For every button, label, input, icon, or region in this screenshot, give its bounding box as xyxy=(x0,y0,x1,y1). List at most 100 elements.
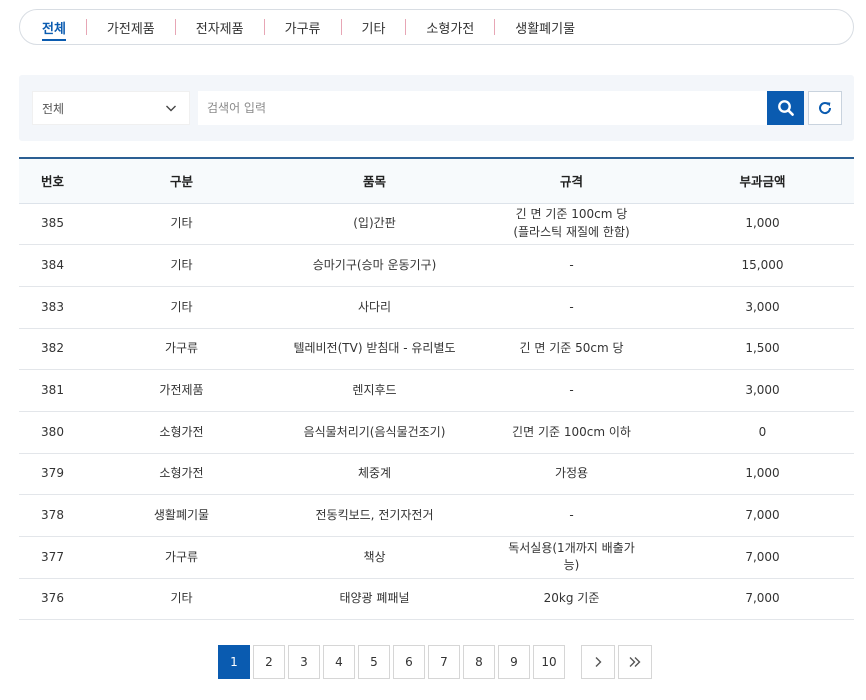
table-row[interactable]: 378 생활폐기물 전동킥보드, 전기자전거 - 7,000 xyxy=(19,495,854,537)
tab-label: 생활폐기물 xyxy=(515,21,576,37)
page-button[interactable]: 3 xyxy=(288,645,320,679)
row-fee: 3,000 xyxy=(745,299,780,314)
row-spec: 긴 면 기준 50cm 당 xyxy=(519,341,624,356)
next-page-button[interactable] xyxy=(581,645,615,679)
row-category: 기타 xyxy=(170,257,193,272)
tab-item[interactable]: 전자제품 xyxy=(196,18,244,37)
category-select[interactable]: 전체 xyxy=(32,91,190,125)
row-spec: - xyxy=(569,299,574,314)
reset-button[interactable] xyxy=(808,91,842,125)
category-select-value: 전체 xyxy=(42,101,65,116)
row-item: 승마기구(승마 운동기구) xyxy=(312,257,437,272)
tab-item[interactable]: 가전제품 xyxy=(107,18,155,37)
tab-separator xyxy=(263,19,265,35)
table-row[interactable]: 380 소형가전 음식물처리기(음식물건조기) 긴면 기준 100cm 이하 0 xyxy=(19,411,854,454)
row-fee: 1,500 xyxy=(745,341,780,356)
tab-item[interactable]: 소형가전 xyxy=(426,18,474,37)
row-fee: 7,000 xyxy=(745,549,780,564)
last-page-button[interactable] xyxy=(618,645,652,679)
table-row[interactable]: 377 가구류 책상 독서실용(1개까지 배출가능) 7,000 xyxy=(19,537,854,579)
page-button[interactable]: 10 xyxy=(533,645,565,679)
category-tabs: 전체 가전제품 전자제품 가구류 기타 소형가전 생활폐기물 xyxy=(19,9,854,45)
row-spec: - xyxy=(569,382,574,397)
pagination: 1 2 3 4 5 6 7 8 9 10 xyxy=(218,645,655,679)
column-header: 규격 xyxy=(559,174,583,190)
table-row[interactable]: 382 가구류 텔레비전(TV) 받침대 - 유리별도 긴 면 기준 50cm 당 1,… xyxy=(19,328,854,370)
row-category: 기타 xyxy=(170,591,193,606)
row-fee: 7,000 xyxy=(745,591,780,606)
tab-separator xyxy=(405,19,407,35)
row-item: 책상 xyxy=(363,549,386,564)
page-button[interactable]: 5 xyxy=(358,645,390,679)
row-number: 385 xyxy=(41,216,64,231)
row-item: 전동킥보드, 전기자전거 xyxy=(315,507,434,522)
row-number: 382 xyxy=(41,341,64,356)
tab-label: 기타 xyxy=(361,21,386,37)
table-header-row: 번호 구분 품목 규격 부과금액 xyxy=(19,158,854,203)
search-input[interactable] xyxy=(198,91,767,125)
table-row[interactable]: 376 기타 태양광 폐패널 20kg 기준 7,000 xyxy=(19,578,854,620)
row-number: 383 xyxy=(41,299,64,314)
column-header: 구분 xyxy=(169,174,193,190)
row-spec: 독서실용(1개까지 배출가능) xyxy=(508,540,635,573)
tab-separator xyxy=(85,19,87,35)
search-button[interactable] xyxy=(767,91,804,125)
row-category: 소형가전 xyxy=(159,466,204,481)
row-spec: 긴 면 기준 100cm 당 (플라스틱 재질에 한함) xyxy=(513,207,630,239)
row-number: 377 xyxy=(41,549,64,564)
row-spec: 20kg 기준 xyxy=(543,591,600,606)
row-number: 381 xyxy=(41,382,64,397)
row-spec: - xyxy=(569,257,574,272)
tab-label: 전체 xyxy=(42,18,66,41)
search-panel: 전체 xyxy=(19,75,854,141)
row-item: 사다리 xyxy=(357,299,392,314)
row-category: 생활폐기물 xyxy=(153,507,210,522)
tab-label: 가구류 xyxy=(284,21,321,37)
row-item: (입)간판 xyxy=(353,216,396,231)
row-fee: 1,000 xyxy=(745,466,780,481)
tab-item[interactable]: 전체 xyxy=(42,14,66,41)
row-number: 379 xyxy=(41,466,64,481)
double-chevron-right-icon xyxy=(629,657,641,667)
row-number: 378 xyxy=(41,507,64,522)
tab-item[interactable]: 생활폐기물 xyxy=(515,18,575,37)
page-button[interactable]: 4 xyxy=(323,645,355,679)
row-category: 가전제품 xyxy=(159,382,204,397)
search-icon xyxy=(777,100,794,116)
chevron-down-icon xyxy=(166,105,176,112)
row-number: 384 xyxy=(41,257,64,272)
tab-separator xyxy=(174,19,176,35)
row-category: 가구류 xyxy=(164,341,199,356)
row-item: 음식물처리기(음식물건조기) xyxy=(303,424,446,439)
chevron-right-icon xyxy=(595,657,602,667)
row-item: 텔레비전(TV) 받침대 - 유리별도 xyxy=(293,341,456,356)
table-row[interactable]: 385 기타 (입)간판 긴 면 기준 100cm 당 (플라스틱 재질에 한함) 1,… xyxy=(19,203,854,245)
tab-item[interactable]: 가구류 xyxy=(285,18,321,37)
column-header: 부과금액 xyxy=(739,174,786,190)
page-button[interactable]: 6 xyxy=(393,645,425,679)
page-button[interactable]: 2 xyxy=(253,645,285,679)
row-item: 태양광 폐패널 xyxy=(339,591,410,606)
row-category: 기타 xyxy=(170,216,193,231)
row-fee: 0 xyxy=(758,424,767,439)
page-button[interactable]: 9 xyxy=(498,645,530,679)
page-button[interactable]: 7 xyxy=(428,645,460,679)
row-fee: 7,000 xyxy=(745,507,780,522)
row-category: 가구류 xyxy=(164,549,199,564)
row-fee: 15,000 xyxy=(741,257,784,272)
table-row[interactable]: 384 기타 승마기구(승마 운동기구) - 15,000 xyxy=(19,245,854,287)
tab-item[interactable]: 기타 xyxy=(362,18,386,37)
page-button[interactable]: 1 xyxy=(218,645,250,679)
tab-separator xyxy=(340,19,342,35)
row-category: 소형가전 xyxy=(159,424,204,439)
row-number: 376 xyxy=(41,591,64,606)
row-category: 기타 xyxy=(170,299,193,314)
page-button[interactable]: 8 xyxy=(463,645,495,679)
table-row[interactable]: 381 가전제품 렌지후드 - 3,000 xyxy=(19,370,854,412)
row-number: 380 xyxy=(41,424,64,439)
table-row[interactable]: 383 기타 사다리 - 3,000 xyxy=(19,286,854,329)
row-fee: 3,000 xyxy=(745,382,780,397)
row-spec: 긴면 기준 100cm 이하 xyxy=(512,424,631,439)
column-header: 품목 xyxy=(362,174,386,190)
table-row[interactable]: 379 소형가전 체중계 가정용 1,000 xyxy=(19,453,854,495)
